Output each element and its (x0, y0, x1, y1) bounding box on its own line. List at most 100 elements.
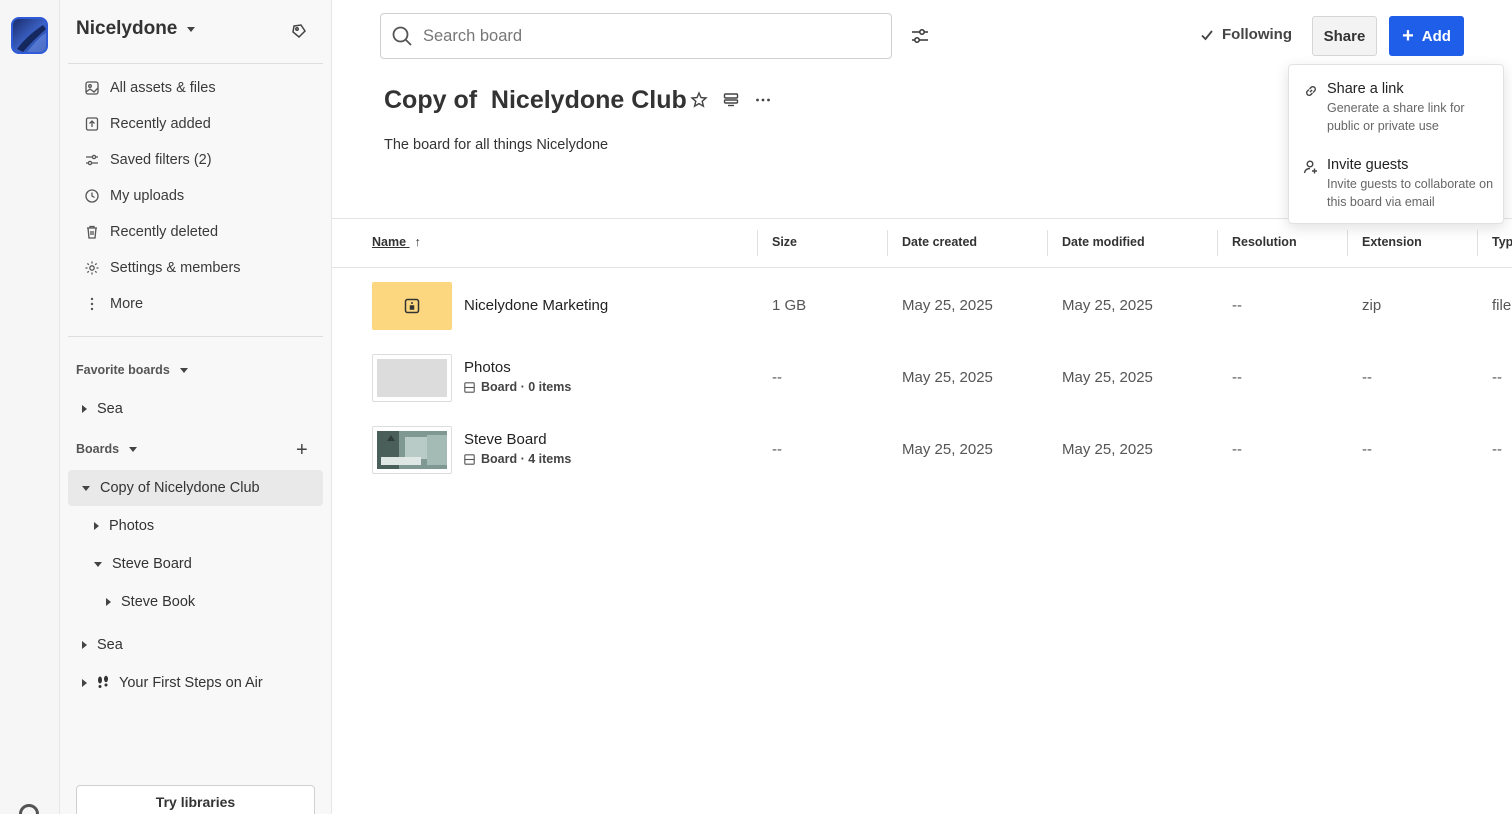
row-size: -- (772, 441, 782, 458)
row-resolution: -- (1232, 297, 1242, 314)
column-header-name[interactable]: Name ↑ (372, 235, 421, 249)
column-separator[interactable] (757, 230, 758, 256)
share-link-option[interactable]: Share a link Generate a share link for p… (1303, 81, 1497, 135)
column-header-extension[interactable]: Extension (1362, 235, 1422, 249)
board-photos[interactable]: Photos (94, 514, 154, 538)
workspace-switcher[interactable]: Nicelydone (76, 18, 196, 40)
column-header-type[interactable]: Typ (1492, 235, 1512, 249)
board-your-first-steps[interactable]: Your First Steps on Air (82, 671, 263, 695)
nav-label: All assets & files (110, 80, 216, 96)
workspace-logo[interactable] (11, 17, 48, 54)
add-person-icon (1303, 160, 1317, 174)
help-icon[interactable] (19, 804, 39, 814)
tree-label: Copy of Nicelydone Club (100, 480, 260, 496)
row-type: -- (1492, 441, 1502, 458)
invite-guests-option[interactable]: Invite guests Invite guests to collabora… (1303, 157, 1497, 211)
nav-label: My uploads (110, 188, 185, 204)
sidebar: Nicelydone All assets & files Recently a… (60, 0, 332, 814)
filter-icon (86, 154, 98, 166)
chevron-right-icon[interactable] (82, 405, 87, 413)
column-separator[interactable] (887, 230, 888, 256)
board-layout-icon[interactable] (722, 91, 740, 109)
boards-header[interactable]: Boards (76, 442, 138, 456)
board-icon (464, 381, 475, 393)
column-header-size[interactable]: Size (772, 235, 797, 249)
favorite-board-sea[interactable]: Sea (82, 397, 123, 421)
board-sea[interactable]: Sea (82, 633, 123, 657)
add-button[interactable]: + Add (1389, 16, 1464, 56)
trash-icon (87, 225, 97, 239)
chevron-down-icon[interactable] (94, 561, 102, 567)
share-button[interactable]: Share (1312, 16, 1377, 56)
nav-label: More (110, 296, 144, 312)
row-name[interactable]: Photos (464, 359, 511, 376)
folder-thumbnail (372, 282, 452, 330)
chevron-down-icon[interactable] (82, 485, 90, 491)
row-subtitle: Board · 0 items (464, 380, 571, 394)
divider (68, 336, 323, 337)
assets-icon (85, 81, 99, 95)
board-icon (464, 453, 475, 465)
row-type: file (1492, 297, 1512, 314)
column-header-date-created[interactable]: Date created (902, 235, 977, 249)
favorite-boards-header[interactable]: Favorite boards (76, 363, 188, 377)
chevron-right-icon[interactable] (94, 522, 99, 530)
following-toggle[interactable]: Following (1200, 26, 1292, 43)
board-preview-image (377, 431, 447, 469)
following-label: Following (1222, 26, 1292, 43)
column-header-date-modified[interactable]: Date modified (1062, 235, 1145, 249)
tree-label: Steve Book (121, 594, 196, 610)
workspace-name: Nicelydone (76, 18, 178, 39)
chevron-down-icon (129, 446, 138, 452)
menu-item-title: Share a link (1327, 81, 1404, 97)
column-header-resolution[interactable]: Resolution (1232, 235, 1297, 249)
row-created: May 25, 2025 (902, 441, 993, 458)
chevron-right-icon[interactable] (82, 641, 87, 649)
menu-item-title: Invite guests (1327, 157, 1409, 173)
nav-more[interactable]: More (84, 292, 143, 316)
menu-item-description: Generate a share link for public or priv… (1327, 101, 1465, 133)
more-horizontal-icon[interactable] (754, 91, 772, 109)
column-label: Name (372, 235, 407, 249)
nav-all-assets[interactable]: All assets & files (84, 76, 216, 100)
try-libraries-button[interactable]: Try libraries (76, 785, 315, 814)
chevron-down-icon (179, 367, 188, 373)
row-name[interactable]: Steve Board (464, 431, 547, 448)
clock-icon (85, 189, 99, 203)
chevron-right-icon[interactable] (82, 679, 87, 687)
search-box[interactable] (380, 13, 892, 59)
row-modified: May 25, 2025 (1062, 369, 1153, 386)
filter-settings-icon[interactable] (910, 26, 930, 46)
chevron-right-icon[interactable] (106, 598, 111, 606)
row-name[interactable]: Nicelydone Marketing (464, 297, 608, 314)
nav-saved-filters[interactable]: Saved filters (2) (84, 148, 212, 172)
nav-recently-added[interactable]: Recently added (84, 112, 211, 136)
nav-my-uploads[interactable]: My uploads (84, 184, 184, 208)
notification-icon[interactable] (290, 22, 308, 40)
add-board-button[interactable]: + (296, 440, 308, 460)
board-steve-board[interactable]: Steve Board (92, 552, 192, 576)
nav-label: Recently added (110, 116, 211, 132)
row-created: May 25, 2025 (902, 297, 993, 314)
row-created: May 25, 2025 (902, 369, 993, 386)
nav-settings-members[interactable]: Settings & members (84, 256, 241, 280)
column-separator[interactable] (1217, 230, 1218, 256)
board-thumbnail (372, 354, 452, 402)
star-icon[interactable] (690, 91, 708, 109)
chevron-down-icon (187, 26, 196, 32)
nav-recently-deleted[interactable]: Recently deleted (84, 220, 218, 244)
row-modified: May 25, 2025 (1062, 441, 1153, 458)
nav-label: Settings & members (110, 260, 241, 276)
row-type: -- (1492, 369, 1502, 386)
tree-label: Photos (109, 518, 155, 534)
board-steve-book[interactable]: Steve Book (106, 590, 195, 614)
search-input[interactable] (423, 26, 863, 46)
column-separator[interactable] (1347, 230, 1348, 256)
section-label: Boards (76, 442, 120, 456)
gear-icon (85, 261, 99, 275)
board-copy-of-nicelydone-club[interactable]: Copy of Nicelydone Club (80, 476, 260, 500)
column-separator[interactable] (1477, 230, 1478, 256)
row-resolution: -- (1232, 369, 1242, 386)
divider (68, 63, 323, 64)
column-separator[interactable] (1047, 230, 1048, 256)
